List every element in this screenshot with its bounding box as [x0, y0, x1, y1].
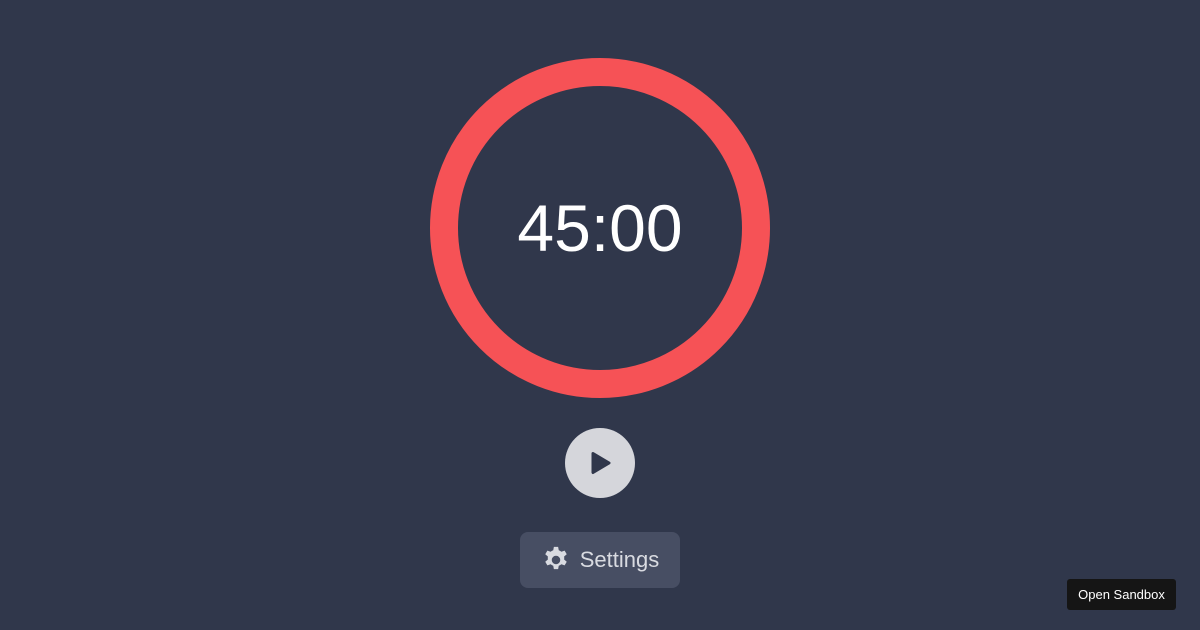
- settings-label: Settings: [579, 547, 660, 572]
- settings-button[interactable]: Settings: [520, 532, 680, 588]
- timer-display: 45:00: [517, 191, 683, 265]
- timer-progress-ring: 45:00: [430, 58, 770, 398]
- play-icon: [591, 452, 611, 474]
- gear-icon: [545, 546, 567, 570]
- play-button[interactable]: [565, 428, 635, 498]
- open-sandbox-button[interactable]: Open Sandbox: [1067, 579, 1176, 610]
- timer-app: 45:00 Settings Open Sandbox: [0, 0, 1200, 630]
